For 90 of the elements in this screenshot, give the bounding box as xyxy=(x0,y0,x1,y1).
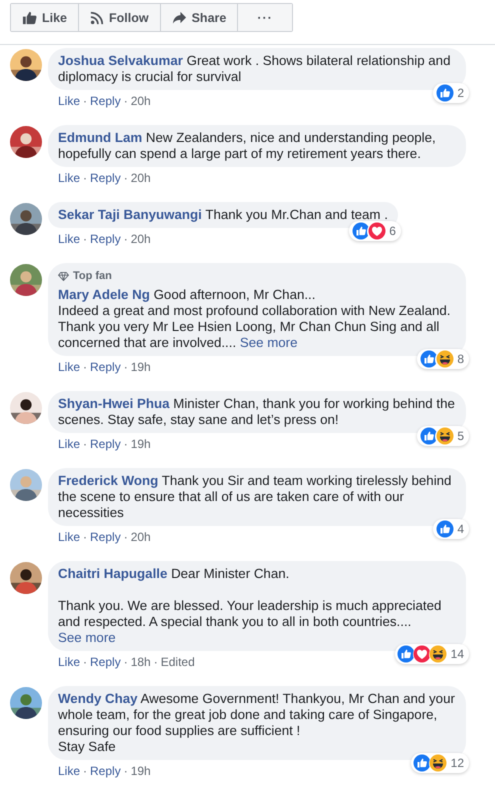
top-fan-label: Top fan xyxy=(73,269,112,284)
separator-dot: · xyxy=(124,94,128,109)
see-more-link[interactable]: See more xyxy=(240,335,298,350)
see-more-link[interactable]: See more xyxy=(58,630,116,645)
share-arrow-icon xyxy=(172,10,187,25)
like-reaction-icon xyxy=(412,754,432,772)
like-reaction-icon xyxy=(419,350,438,368)
comment-text: Sekar Taji Banyuwangi Thank you Mr.Chan and team . xyxy=(58,207,388,223)
reaction-count-badge[interactable]: 5 xyxy=(417,426,469,446)
timestamp-link[interactable]: 20h xyxy=(130,171,151,186)
diamond-icon xyxy=(58,272,69,280)
laughing-face-icon xyxy=(435,350,454,368)
separator-dot: · xyxy=(83,94,88,109)
separator-dot: · xyxy=(124,530,128,545)
author-name-link[interactable]: Frederick Wong xyxy=(58,473,158,488)
comment-text: Mary Adele Ng Good afternoon, Mr Chan... xyxy=(58,287,316,303)
separator-dot: · xyxy=(83,171,88,186)
rss-icon xyxy=(90,10,104,24)
like-link[interactable]: Like xyxy=(58,530,80,545)
laughing-face-icon xyxy=(428,644,448,664)
author-name-link[interactable]: Shyan-Hwei Phua xyxy=(58,396,170,411)
author-name-link[interactable]: Joshua Selvakumar xyxy=(58,53,183,68)
reply-link[interactable]: Reply xyxy=(90,437,121,452)
like-link[interactable]: Like xyxy=(58,655,80,670)
reply-link[interactable]: Reply xyxy=(90,171,121,186)
reaction-count-badge[interactable]: 14 xyxy=(394,644,469,664)
reply-link[interactable]: Reply xyxy=(90,360,121,375)
timestamp-link[interactable]: 19h xyxy=(130,764,151,779)
comment-text: Stay Safe xyxy=(58,739,117,755)
separator-dot: · xyxy=(154,655,158,670)
like-reaction-icon xyxy=(396,644,416,664)
comment-text: Edmund Lam New Zealanders, nice and understanding people, hopefully can spend a large part of my retirement years there. xyxy=(58,130,437,162)
separator-dot: · xyxy=(124,232,128,247)
reply-link[interactable]: Reply xyxy=(90,232,121,247)
separator-dot: · xyxy=(83,437,88,452)
comment-text: Thank you very Mr Lee Hsien Loong, Mr Chan Chun Sing and all concerned that are involved.... See more xyxy=(58,319,440,351)
like-reaction-icon xyxy=(419,426,438,446)
reaction-count-badge[interactable]: 8 xyxy=(417,349,469,369)
thumbs-up-icon xyxy=(22,10,37,25)
comment-text: Shyan-Hwei Phua Minister Chan, thank you for working behind the scenes. Stay safe, stay sane and let’s press on! xyxy=(58,396,456,428)
reply-link[interactable]: Reply xyxy=(90,764,121,779)
reply-link[interactable]: Reply xyxy=(90,655,121,670)
reaction-count-badge[interactable]: 2 xyxy=(433,83,469,103)
reaction-count-badge[interactable]: 6 xyxy=(349,221,401,241)
comment-text: Wendy Chay Awesome Government! Thankyou, Mr Chan and your whole team, for the great job done and taking care of Singapore, ensuring our food supplies are sufficient ! xyxy=(58,691,456,739)
like-reaction-icon xyxy=(435,84,454,102)
like-link[interactable]: Like xyxy=(58,360,80,375)
separator-dot: · xyxy=(124,360,128,375)
like-reaction-icon xyxy=(435,520,454,538)
author-name-link[interactable]: Chaitri Hapugalle xyxy=(58,566,168,581)
timestamp-link[interactable]: 18h xyxy=(130,655,151,670)
separator-dot: · xyxy=(124,437,128,452)
like-reaction-icon xyxy=(351,222,370,240)
laughing-face-icon xyxy=(435,426,454,446)
heart-reaction-icon xyxy=(367,222,386,240)
author-name-link[interactable]: Mary Adele Ng xyxy=(58,287,150,302)
author-name-link[interactable]: Edmund Lam xyxy=(58,130,142,145)
reply-link[interactable]: Reply xyxy=(90,530,121,545)
comment-text: Frederick Wong Thank you Sir and team working tirelessly behind the scene to ensure that all of us are taken care of with our necessities xyxy=(58,473,452,521)
separator-dot: · xyxy=(83,655,88,670)
like-link[interactable]: Like xyxy=(58,232,80,247)
separator-dot: · xyxy=(124,655,128,670)
separator-dot: · xyxy=(124,764,128,779)
timestamp-link[interactable]: 20h xyxy=(130,94,151,109)
comment-text: Chaitri Hapugalle Dear Minister Chan. xyxy=(58,566,290,582)
author-name-link[interactable]: Sekar Taji Banyuwangi xyxy=(58,207,202,222)
like-button[interactable]: Like xyxy=(11,4,80,31)
reply-link[interactable]: Reply xyxy=(90,94,121,109)
author-name-link[interactable]: Wendy Chay xyxy=(58,691,138,706)
edited-label[interactable]: Edited xyxy=(160,655,195,670)
timestamp-link[interactable]: 20h xyxy=(130,530,151,545)
comment-text: Joshua Selvakumar Great work . Shows bilateral relationship and diplomacy is crucial for survival xyxy=(58,53,452,85)
like-link[interactable]: Like xyxy=(58,437,80,452)
separator-dot: · xyxy=(83,360,88,375)
comment-text: Thank you. We are blessed. Your leadership is much appreciated and respected. A special thank you to all in both countries.... See more xyxy=(58,598,442,646)
separator-dot: · xyxy=(124,171,128,186)
comment-text: Indeed a great and most profound collaboration with New Zealand. xyxy=(58,303,452,319)
reaction-count-badge[interactable]: 12 xyxy=(410,753,469,773)
timestamp-link[interactable]: 19h xyxy=(130,437,151,452)
separator-dot: · xyxy=(83,530,88,545)
separator-dot: · xyxy=(83,764,88,779)
like-link[interactable]: Like xyxy=(58,94,80,109)
reaction-count-badge[interactable]: 4 xyxy=(433,519,469,539)
heart-reaction-icon xyxy=(412,644,432,664)
like-link[interactable]: Like xyxy=(58,171,80,186)
like-link[interactable]: Like xyxy=(58,764,80,779)
timestamp-link[interactable]: 19h xyxy=(130,360,151,375)
timestamp-link[interactable]: 20h xyxy=(130,232,151,247)
separator-dot: · xyxy=(83,232,88,247)
laughing-face-icon xyxy=(428,754,448,772)
